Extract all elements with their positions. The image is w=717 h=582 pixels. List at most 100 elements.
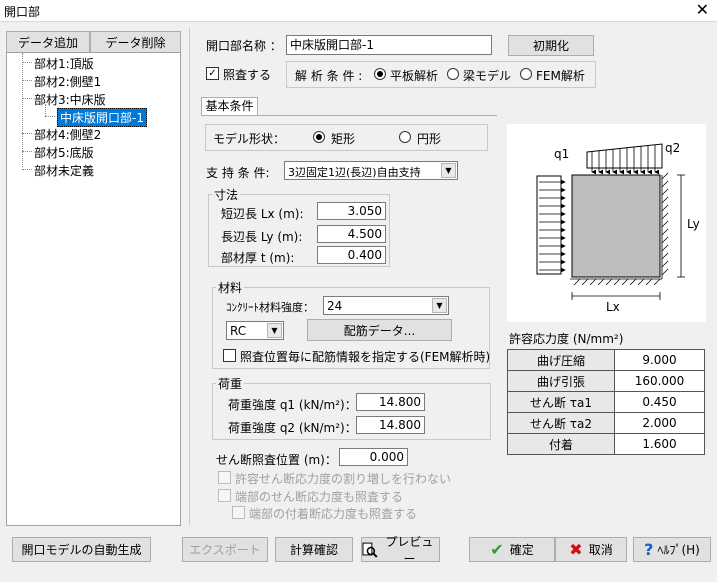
tree-line [22,98,32,99]
tree-item-member5[interactable]: 部材5:底版 [34,144,94,161]
edge-bond-checkbox[interactable] [232,506,245,519]
stress-name-cell: せん断 τa2 [507,412,615,434]
table-row: 付着 1.600 [507,433,705,455]
analysis-fem-radio[interactable] [520,68,532,80]
concrete-strength-label: ｺﾝｸﾘｰﾄ材料強度： [226,301,314,314]
load-q1-input[interactable]: 14.800 [356,393,425,411]
tree-line [22,62,32,63]
rebar-data-button[interactable]: 配筋データ... [307,319,452,341]
initialize-button[interactable]: 初期化 [508,35,594,56]
analysis-condition-label: 解 析 条 件 : [295,69,363,83]
diagram-q2-label: q2 [665,141,681,155]
model-circle-radio[interactable] [399,131,411,143]
rebar-per-position-checkbox[interactable] [223,349,236,362]
check-enable-checkbox[interactable]: ✓ [206,67,219,80]
tree-line [22,133,32,134]
member-tree[interactable]: 部材1:頂版 部材2:側壁1 部材3:中床版 中床版開口部-1 部材4:側壁2 … [6,52,181,526]
tree-item-member1[interactable]: 部材1:頂版 [34,55,94,72]
stress-value-cell[interactable]: 9.000 [614,349,705,371]
diagram-ly-label: Ly [687,217,700,231]
concrete-strength-value: 24 [327,299,343,313]
dimensions-group-label: 寸法 [212,186,241,203]
tree-item-member3[interactable]: 部材3:中床版 [34,91,106,108]
delete-data-button[interactable]: データ削除 [90,31,181,53]
tree-item-member4[interactable]: 部材4:側壁2 [34,126,101,143]
model-circle-label: 円形 [417,132,442,146]
analysis-plate-radio[interactable] [374,68,386,80]
thickness-input[interactable]: 0.400 [317,246,386,264]
splitter[interactable] [189,28,190,525]
tree-line [22,169,32,170]
support-condition-select[interactable]: 3辺固定1辺(長辺)自由支持 ▼ [284,161,458,180]
table-row: 曲げ圧縮 9.000 [507,349,705,371]
table-row: せん断 τa2 2.000 [507,412,705,434]
stress-value-cell[interactable]: 0.450 [614,391,705,413]
analysis-beam-label: 梁モデル [463,69,512,83]
stress-name-cell: 曲げ圧縮 [507,349,615,371]
tree-line [22,80,32,81]
preview-button-label: プレビュー [385,534,434,566]
model-rect-label: 矩形 [331,132,356,146]
stress-name-cell: せん断 τa1 [507,391,615,413]
export-button[interactable]: エクスポート [182,537,268,562]
help-button-label: ﾍﾙﾌﾟ(H) [657,543,700,557]
model-rect-radio[interactable] [313,131,325,143]
opening-diagram-panel: q1 q2 Ly Lx [507,124,706,322]
edge-bond-label: 端部の付着断応力度も照査する [249,507,418,521]
close-icon[interactable]: ✕ [696,0,709,19]
cancel-button-label: 取消 [588,543,613,557]
tree-item-member2[interactable]: 部材2:側壁1 [34,73,101,90]
close-icon: ✖ [569,540,583,559]
stress-name-cell: 付着 [507,433,615,455]
stress-name-cell: 曲げ引張 [507,370,615,392]
question-icon: ? [644,540,654,559]
model-shape-label: モデル形状： [213,132,286,146]
chevron-down-icon: ▼ [441,163,456,178]
edge-shear-checkbox[interactable] [218,489,231,502]
edge-shear-label: 端部のせん断応力度も照査する [235,490,404,504]
confirm-button-label: 確定 [509,543,534,557]
shear-position-label: せん断照査位置 (m)： [216,453,337,467]
allowable-stress-table: 曲げ圧縮 9.000 曲げ引張 160.000 せん断 τa1 0.450 せん… [507,349,705,455]
stress-value-cell[interactable]: 2.000 [614,412,705,434]
analysis-beam-radio[interactable] [447,68,459,80]
chevron-down-icon: ▼ [267,323,282,338]
cancel-button[interactable]: ✖ 取消 [555,537,627,562]
preview-button[interactable]: プレビュー [361,535,440,566]
member-type-select[interactable]: RC ▼ [226,321,284,340]
stress-value-cell[interactable]: 160.000 [614,370,705,392]
long-side-label: 長辺長 Ly (m): [221,230,303,244]
shear-position-input[interactable]: 0.000 [339,448,408,466]
help-button[interactable]: ? ﾍﾙﾌﾟ(H) [633,537,711,562]
stress-value-cell[interactable]: 1.600 [614,433,705,455]
opening-name-input[interactable]: 中床版開口部-1 [286,35,492,55]
load-q2-label: 荷重強度 q2 (kN/m²)： [228,421,357,435]
thickness-label: 部材厚 t (m): [221,251,295,265]
auto-generate-button[interactable]: 開口モデルの自動生成 [12,537,151,562]
confirm-button[interactable]: ✔ 確定 [469,537,555,562]
tree-line [22,151,32,152]
check-icon: ✔ [490,540,504,559]
diagram-lx-label: Lx [606,300,620,314]
load-group-label: 荷重 [216,375,245,392]
load-q2-input[interactable]: 14.800 [356,416,425,434]
tree-item-opening1[interactable]: 中床版開口部-1 [57,108,147,127]
tab-basic-conditions[interactable]: 基本条件 [201,97,258,116]
long-side-input[interactable]: 4.500 [317,225,386,243]
support-condition-value: 3辺固定1辺(長辺)自由支持 [288,166,421,179]
analysis-plate-label: 平板解析 [390,69,439,83]
support-condition-label: 支 持 条 件: [206,166,270,180]
no-increase-checkbox[interactable] [218,471,231,484]
window-title: 開口部 [4,5,41,19]
tree-item-undefined[interactable]: 部材未定義 [34,162,94,179]
rebar-per-position-label: 照査位置毎に配筋情報を指定する(FEM解析時) [240,350,491,364]
opening-name-label: 開口部名称 ： [206,39,282,53]
check-enable-label: 照査する [223,68,272,82]
concrete-strength-select[interactable]: 24 ▼ [323,296,449,315]
add-data-button[interactable]: データ追加 [6,31,90,53]
no-increase-label: 許容せん断応力度の割り増しを行わない [235,472,452,486]
table-row: せん断 τa1 0.450 [507,391,705,413]
calc-check-button[interactable]: 計算確認 [275,537,353,562]
short-side-input[interactable]: 3.050 [317,202,386,220]
table-row: 曲げ引張 160.000 [507,370,705,392]
